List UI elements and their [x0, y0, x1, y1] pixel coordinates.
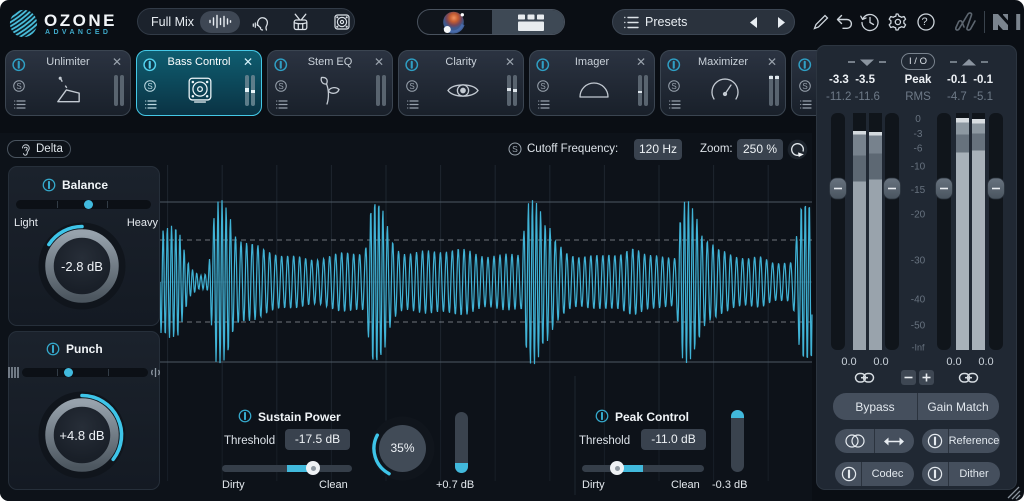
svg-text:-10: -10 [911, 162, 926, 173]
svg-text:S: S [802, 82, 807, 91]
svg-text:S: S [540, 82, 545, 91]
svg-text:-15: -15 [911, 185, 926, 196]
svg-text:S: S [409, 82, 414, 91]
svg-text:-6: -6 [914, 144, 923, 155]
svg-text:S: S [147, 82, 152, 91]
svg-text:-40: -40 [911, 295, 926, 306]
svg-text:S: S [512, 144, 518, 154]
svg-text:-3: -3 [914, 129, 923, 140]
svg-text:S: S [278, 82, 283, 91]
svg-text:-50: -50 [911, 321, 926, 332]
svg-text:-20: -20 [911, 210, 926, 221]
svg-text:-Inf: -Inf [911, 343, 925, 353]
svg-text:S: S [16, 82, 21, 91]
svg-text:-30: -30 [911, 256, 926, 267]
svg-text:0: 0 [915, 114, 921, 125]
svg-text:S: S [671, 82, 676, 91]
